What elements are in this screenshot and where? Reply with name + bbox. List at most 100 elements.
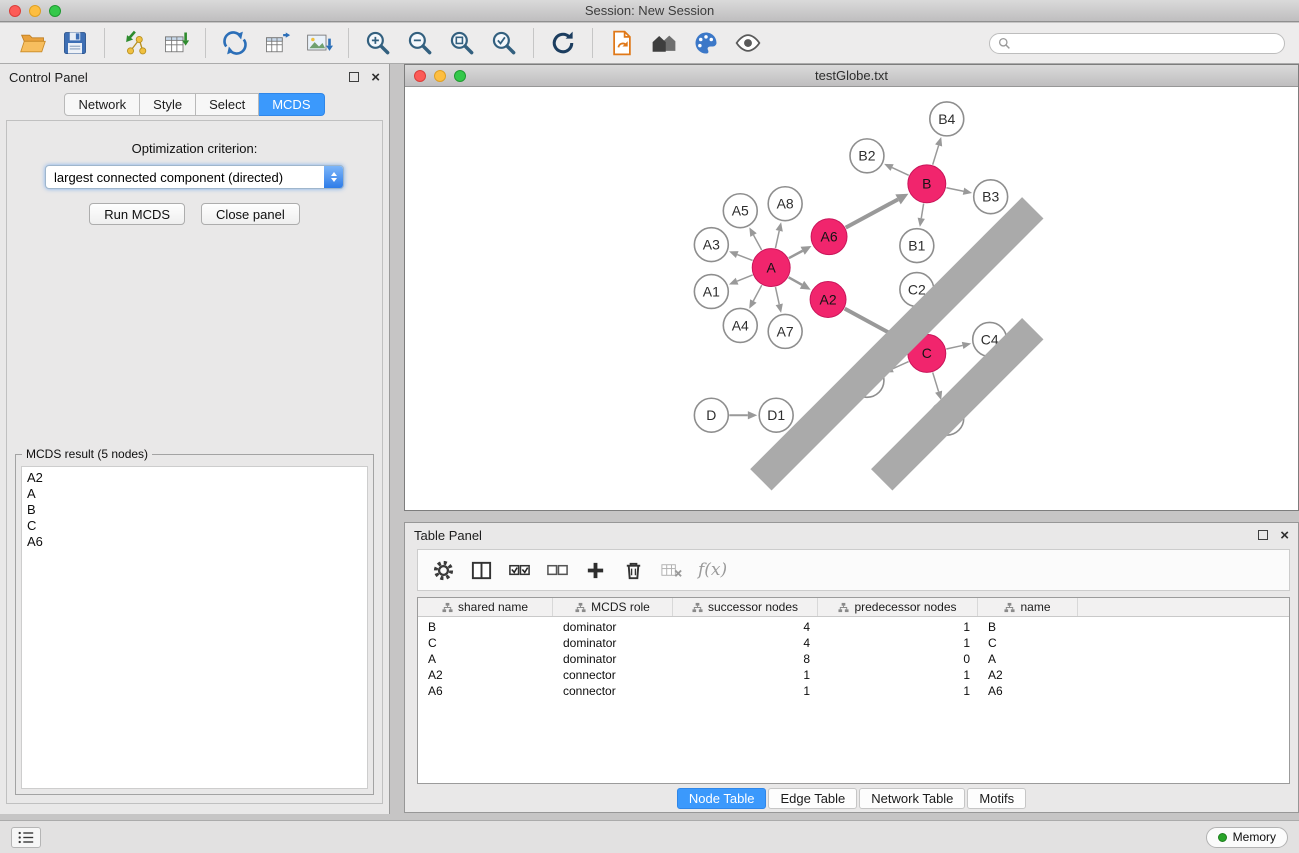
gear-icon[interactable] xyxy=(430,557,456,583)
titlebar: Session: New Session xyxy=(0,0,1299,22)
column-header-name[interactable]: name xyxy=(978,598,1078,616)
tab-edge-table[interactable]: Edge Table xyxy=(768,788,857,809)
table-cell: dominator xyxy=(553,636,673,650)
tab-network-table[interactable]: Network Table xyxy=(859,788,965,809)
column-header-successor-nodes[interactable]: successor nodes xyxy=(673,598,818,616)
table-cell: A xyxy=(978,652,1078,666)
column-header-label: predecessor nodes xyxy=(854,600,956,614)
tab-motifs[interactable]: Motifs xyxy=(967,788,1026,809)
search-icon xyxy=(998,37,1011,50)
network-canvas[interactable]: B4B2BB3A5A8A6A3B1AC2A1A2A4A7C4CC1DD1C3 xyxy=(405,87,1298,510)
function-builder-icon[interactable]: f(x) xyxy=(698,560,727,580)
zoom-fit-icon[interactable] xyxy=(446,27,478,59)
table-row[interactable]: Cdominator41C xyxy=(418,635,1289,651)
mcds-result-item[interactable]: A2 xyxy=(27,470,362,486)
table-panel-title: Table Panel xyxy=(414,528,482,543)
zoom-view-button[interactable] xyxy=(454,70,466,82)
tab-network[interactable]: Network xyxy=(64,93,140,116)
column-header-predecessor-nodes[interactable]: predecessor nodes xyxy=(818,598,978,616)
tab-select[interactable]: Select xyxy=(196,93,259,116)
export-network-icon[interactable] xyxy=(219,27,251,59)
close-panel-button[interactable]: Close panel xyxy=(201,203,300,225)
toolbar-separator xyxy=(104,28,105,58)
deselect-all-icon[interactable] xyxy=(544,557,570,583)
status-bar: Memory xyxy=(0,820,1299,853)
eye-icon[interactable] xyxy=(732,27,764,59)
open-session-icon[interactable] xyxy=(17,27,49,59)
mcds-result-item[interactable]: B xyxy=(27,502,362,518)
column-sort-icon xyxy=(838,602,849,613)
list-icon xyxy=(17,830,35,845)
criterion-dropdown[interactable]: largest connected component (directed) xyxy=(45,165,344,189)
table-cell: B xyxy=(978,620,1078,634)
close-window-button[interactable] xyxy=(9,5,21,17)
trash-icon[interactable] xyxy=(620,557,646,583)
memory-button[interactable]: Memory xyxy=(1206,827,1288,848)
toolbar-separator xyxy=(348,28,349,58)
tab-style[interactable]: Style xyxy=(140,93,196,116)
close-panel-icon[interactable]: × xyxy=(371,70,380,85)
delete-table-icon[interactable] xyxy=(658,557,684,583)
network-view-window: testGlobe.txt B4B2BB3A5A8A6A3B1AC2A1A2A4… xyxy=(404,64,1299,511)
column-header-shared-name[interactable]: shared name xyxy=(418,598,553,616)
task-history-button[interactable] xyxy=(11,827,41,848)
criterion-dropdown-value: largest connected component (directed) xyxy=(46,170,324,185)
table-row[interactable]: Bdominator41B xyxy=(418,619,1289,635)
search-box[interactable] xyxy=(989,33,1285,54)
control-panel-header: Control Panel × xyxy=(0,64,389,90)
column-header-MCDS-role[interactable]: MCDS role xyxy=(553,598,673,616)
table-cell: A xyxy=(418,652,553,666)
mcds-result-item[interactable]: C xyxy=(27,518,362,534)
zoom-window-button[interactable] xyxy=(49,5,61,17)
resize-handle-icon[interactable] xyxy=(405,87,1298,510)
table-row[interactable]: A2connector11A2 xyxy=(418,667,1289,683)
palette-icon[interactable] xyxy=(690,27,722,59)
table-cell: C xyxy=(418,636,553,650)
float-panel-icon[interactable] xyxy=(349,72,359,82)
tab-mcds[interactable]: MCDS xyxy=(259,93,324,116)
table-cell: 0 xyxy=(818,652,978,666)
mcds-result-title: MCDS result (5 nodes) xyxy=(22,447,152,461)
close-view-button[interactable] xyxy=(414,70,426,82)
table-cell: dominator xyxy=(553,652,673,666)
close-table-panel-icon[interactable]: × xyxy=(1280,528,1289,543)
import-table-icon[interactable] xyxy=(160,27,192,59)
import-network-icon[interactable] xyxy=(118,27,150,59)
optimization-criterion-label: Optimization criterion: xyxy=(7,141,382,156)
columns-icon[interactable] xyxy=(468,557,494,583)
zoom-in-icon[interactable] xyxy=(362,27,394,59)
save-session-icon[interactable] xyxy=(59,27,91,59)
memory-status-icon xyxy=(1218,833,1227,842)
minimize-window-button[interactable] xyxy=(29,5,41,17)
session-title: Session: New Session xyxy=(0,3,1299,18)
column-sort-icon xyxy=(1004,602,1015,613)
table-cell: A6 xyxy=(418,684,553,698)
search-input[interactable] xyxy=(1016,36,1276,50)
table-cell: 4 xyxy=(673,636,818,650)
run-mcds-button[interactable]: Run MCDS xyxy=(89,203,185,225)
mcds-result-list: A2ABCA6 xyxy=(21,466,368,789)
select-all-icon[interactable] xyxy=(506,557,532,583)
add-column-icon[interactable] xyxy=(582,557,608,583)
export-image-icon[interactable] xyxy=(303,27,335,59)
minimize-view-button[interactable] xyxy=(434,70,446,82)
float-table-panel-icon[interactable] xyxy=(1258,530,1268,540)
table-cell: dominator xyxy=(553,620,673,634)
mcds-result-item[interactable]: A6 xyxy=(27,534,362,550)
export-table-icon[interactable] xyxy=(261,27,293,59)
column-header-filler xyxy=(1078,598,1289,616)
zoom-out-icon[interactable] xyxy=(404,27,436,59)
control-panel: Control Panel × NetworkStyleSelectMCDS O… xyxy=(0,64,390,814)
home-icon[interactable] xyxy=(648,27,680,59)
table-panel-header: Table Panel × xyxy=(405,523,1298,547)
table-cell: A6 xyxy=(978,684,1078,698)
table-row[interactable]: A6connector11A6 xyxy=(418,683,1289,699)
table-cell: A2 xyxy=(978,668,1078,682)
document-export-icon[interactable] xyxy=(606,27,638,59)
tab-node-table[interactable]: Node Table xyxy=(677,788,767,809)
mcds-result-item[interactable]: A xyxy=(27,486,362,502)
table-row[interactable]: Adominator80A xyxy=(418,651,1289,667)
refresh-icon[interactable] xyxy=(547,27,579,59)
zoom-selected-icon[interactable] xyxy=(488,27,520,59)
column-sort-icon xyxy=(442,602,453,613)
